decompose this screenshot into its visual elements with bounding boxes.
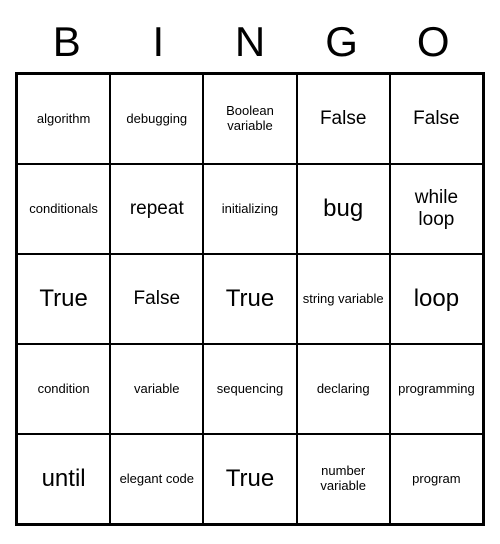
bingo-cell[interactable]: algorithm: [17, 74, 110, 164]
header-letter: N: [205, 18, 295, 66]
bingo-cell[interactable]: False: [110, 254, 203, 344]
bingo-cell[interactable]: True: [203, 434, 296, 524]
bingo-cell[interactable]: sequencing: [203, 344, 296, 434]
bingo-grid: algorithmdebuggingBoolean variableFalseF…: [15, 72, 485, 526]
bingo-cell[interactable]: debugging: [110, 74, 203, 164]
bingo-cell[interactable]: program: [390, 434, 483, 524]
bingo-cell[interactable]: number variable: [297, 434, 390, 524]
header-letter: O: [388, 18, 478, 66]
bingo-cell[interactable]: programming: [390, 344, 483, 434]
bingo-card: B I N G O algorithmdebuggingBoolean vari…: [15, 18, 485, 526]
bingo-cell[interactable]: bug: [297, 164, 390, 254]
bingo-cell[interactable]: True: [17, 254, 110, 344]
bingo-cell[interactable]: until: [17, 434, 110, 524]
bingo-cell[interactable]: while loop: [390, 164, 483, 254]
bingo-cell[interactable]: Boolean variable: [203, 74, 296, 164]
bingo-cell[interactable]: True: [203, 254, 296, 344]
bingo-cell[interactable]: elegant code: [110, 434, 203, 524]
bingo-cell[interactable]: declaring: [297, 344, 390, 434]
bingo-header: B I N G O: [15, 18, 485, 66]
bingo-cell[interactable]: variable: [110, 344, 203, 434]
bingo-cell[interactable]: condition: [17, 344, 110, 434]
header-letter: B: [22, 18, 112, 66]
bingo-cell[interactable]: repeat: [110, 164, 203, 254]
header-letter: G: [297, 18, 387, 66]
bingo-cell[interactable]: conditionals: [17, 164, 110, 254]
header-letter: I: [113, 18, 203, 66]
bingo-cell[interactable]: initializing: [203, 164, 296, 254]
bingo-cell[interactable]: string variable: [297, 254, 390, 344]
bingo-cell[interactable]: False: [390, 74, 483, 164]
bingo-cell[interactable]: loop: [390, 254, 483, 344]
bingo-cell[interactable]: False: [297, 74, 390, 164]
